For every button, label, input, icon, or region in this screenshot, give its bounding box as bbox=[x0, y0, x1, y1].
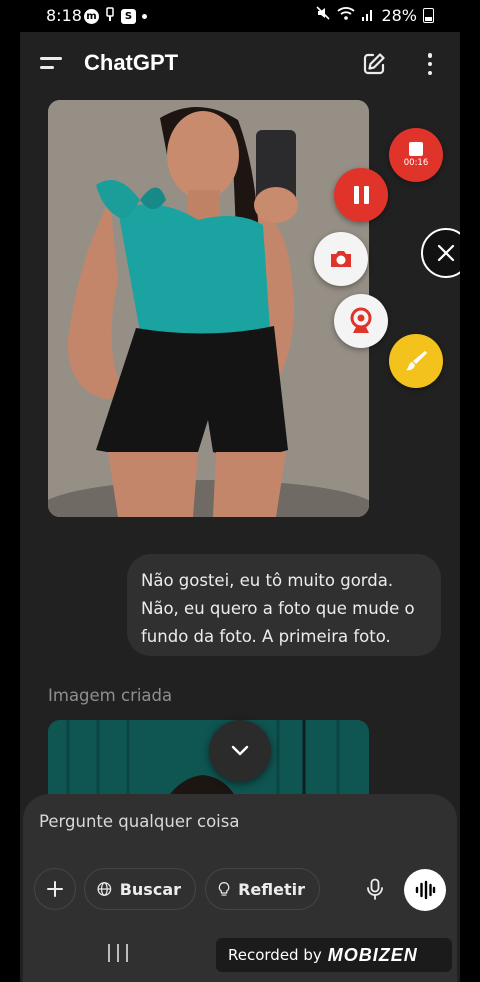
pause-icon bbox=[353, 186, 359, 204]
webcam-button[interactable] bbox=[334, 294, 388, 348]
status-left-icons: m S bbox=[84, 7, 147, 26]
add-button[interactable] bbox=[34, 868, 76, 910]
status-bar: 8:18 m S 28% bbox=[0, 0, 480, 32]
globe-icon bbox=[97, 882, 112, 896]
scroll-down-button[interactable] bbox=[209, 720, 271, 782]
microphone-icon bbox=[367, 878, 383, 900]
top-bar: ChatGPT bbox=[20, 32, 460, 96]
record-stop-button[interactable]: 00:16 bbox=[389, 128, 443, 182]
usb-icon bbox=[105, 7, 115, 26]
dot-icon bbox=[142, 14, 147, 19]
voice-waveform-icon bbox=[415, 880, 436, 900]
recording-watermark: Recorded by MOBIZEN bbox=[216, 938, 452, 972]
app-title: ChatGPT bbox=[84, 50, 179, 75]
draw-button[interactable] bbox=[389, 334, 443, 388]
close-icon bbox=[437, 244, 455, 262]
plus-icon bbox=[47, 881, 63, 897]
webcam-icon bbox=[350, 307, 372, 333]
record-pause-button[interactable] bbox=[334, 168, 388, 222]
menu-icon[interactable] bbox=[40, 52, 64, 76]
status-right-icons: 28% bbox=[315, 5, 434, 25]
wifi-icon bbox=[337, 5, 356, 25]
battery-icon bbox=[423, 7, 434, 23]
lightbulb-icon bbox=[218, 882, 230, 896]
search-button[interactable]: Buscar bbox=[84, 868, 196, 910]
think-button[interactable]: Refletir bbox=[205, 868, 320, 910]
edit-icon[interactable] bbox=[360, 50, 388, 78]
battery-percent: 28% bbox=[381, 5, 417, 25]
chevron-down-icon bbox=[231, 745, 249, 756]
record-elapsed-time: 00:16 bbox=[403, 158, 429, 168]
prompt-input[interactable] bbox=[39, 812, 419, 831]
mobizen-icon: m bbox=[84, 9, 99, 24]
stop-icon bbox=[409, 142, 423, 156]
user-message-line-3: fundo da foto. A primeira foto. bbox=[141, 627, 391, 646]
mute-icon bbox=[315, 5, 331, 25]
search-button-label: Buscar bbox=[119, 879, 181, 899]
microphone-button[interactable] bbox=[356, 870, 394, 908]
user-message-bubble: Não gostei, eu tô muito gorda. Não, eu q… bbox=[127, 554, 441, 656]
chatgpt-app: ChatGPT Não gostei, eu tô muito gorda. N… bbox=[20, 32, 460, 982]
status-time: 8:18 bbox=[46, 6, 82, 25]
camera-icon bbox=[331, 251, 351, 267]
s-app-icon: S bbox=[121, 9, 136, 24]
user-message-line-1: Não gostei, eu tô muito gorda. bbox=[141, 571, 394, 590]
nav-recents-icon[interactable] bbox=[108, 944, 128, 962]
brush-icon bbox=[406, 351, 427, 371]
watermark-prefix: Recorded by bbox=[228, 946, 322, 964]
mobizen-logo: MOBIZEN bbox=[327, 944, 418, 965]
think-button-label: Refletir bbox=[238, 879, 305, 899]
signal-icon bbox=[361, 6, 375, 25]
image-created-caption: Imagem criada bbox=[48, 686, 173, 705]
user-message-line-2: Não, eu quero a foto que mude o bbox=[141, 599, 415, 618]
recorder-close-button[interactable] bbox=[421, 228, 460, 278]
screenshot-button[interactable] bbox=[314, 232, 368, 286]
generated-image-1[interactable] bbox=[48, 100, 369, 517]
more-vertical-icon[interactable] bbox=[416, 50, 444, 78]
voice-mode-button[interactable] bbox=[404, 869, 446, 911]
